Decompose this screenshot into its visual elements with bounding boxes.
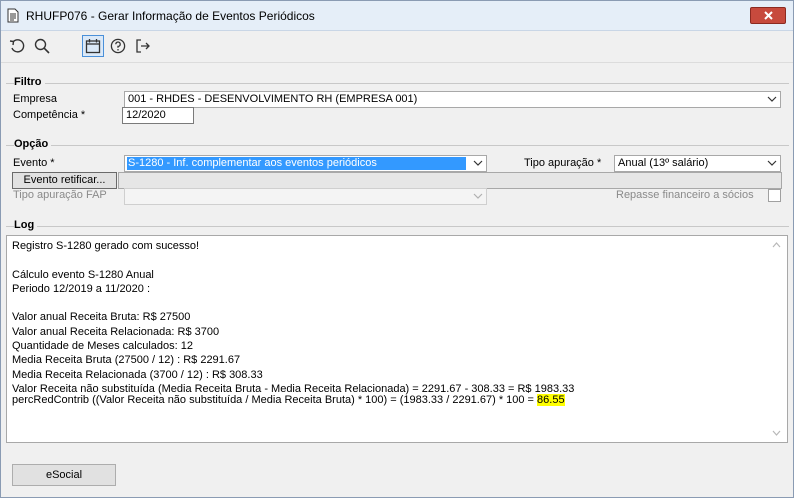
tipo-apuracao-select[interactable]: Anual (13º salário): [614, 155, 781, 172]
document-icon: [7, 8, 19, 23]
app-window: RHUFP076 - Gerar Informação de Eventos P…: [0, 0, 794, 498]
tipo-apuracao-fap-label: Tipo apuração FAP: [13, 189, 107, 201]
repasse-checkbox[interactable]: [768, 189, 781, 202]
log-line: Quantidade de Meses calculados: 12: [12, 340, 194, 353]
help-button[interactable]: [107, 35, 129, 57]
chevron-down-icon: [767, 96, 777, 102]
evento-retificar-field: [118, 172, 782, 189]
search-icon: [34, 38, 50, 54]
scroll-down-icon[interactable]: [772, 430, 781, 436]
repasse-label: Repasse financeiro a sócios: [616, 189, 754, 201]
empresa-label: Empresa: [13, 93, 58, 105]
competencia-label: Competência *: [13, 109, 86, 121]
log-line: Periodo 12/2019 a 11/2020 :: [12, 282, 151, 295]
log-result-prefix: percRedContrib ((Valor Receita não subst…: [12, 394, 538, 406]
evento-retificar-button[interactable]: Evento retificar...: [12, 172, 117, 189]
log-result-line: percRedContrib ((Valor Receita não subst…: [7, 393, 565, 407]
close-button[interactable]: [750, 7, 786, 24]
calendar-icon: [85, 39, 101, 54]
window-title: RHUFP076 - Gerar Informação de Eventos P…: [26, 9, 315, 23]
evento-select[interactable]: S-1280 - Inf. complementar aos eventos p…: [124, 155, 487, 172]
tipo-apuracao-value: Anual (13º salário): [618, 157, 709, 169]
evento-value: S-1280 - Inf. complementar aos eventos p…: [127, 157, 466, 170]
exit-icon: [136, 39, 150, 53]
tipo-apuracao-label: Tipo apuração *: [524, 157, 602, 169]
close-icon: [764, 11, 773, 20]
esocial-label: eSocial: [45, 469, 83, 481]
search-button[interactable]: [31, 35, 53, 57]
chevron-down-icon: [473, 160, 483, 166]
calendar-button[interactable]: [82, 35, 104, 57]
log-content: Registro S-1280 gerado com sucesso! Cálcu…: [12, 239, 762, 396]
log-title: Log: [14, 219, 38, 231]
filtro-title: Filtro: [14, 76, 45, 88]
toolbar: [1, 31, 793, 63]
undo-button[interactable]: [6, 35, 28, 57]
log-line: Valor anual Receita Relacionada: R$ 3700: [12, 325, 220, 338]
chevron-down-icon: [473, 193, 483, 199]
log-line: Valor anual Receita Bruta: R$ 27500: [12, 311, 191, 324]
title-bar: RHUFP076 - Gerar Informação de Eventos P…: [1, 1, 793, 31]
log-line: Media Receita Relacionada (3700 / 12) : …: [12, 368, 263, 381]
help-icon: [110, 38, 126, 54]
log-textarea[interactable]: Registro S-1280 gerado com sucesso! Cálcu…: [6, 235, 788, 443]
opcao-title: Opção: [14, 138, 52, 150]
undo-icon: [9, 39, 25, 53]
exit-button[interactable]: [132, 35, 154, 57]
log-line: Registro S-1280 gerado com sucesso!: [12, 240, 200, 252]
log-line: Media Receita Bruta (27500 / 12) : R$ 22…: [12, 354, 241, 367]
log-line: Cálculo evento S-1280 Anual: [12, 268, 154, 281]
evento-label: Evento *: [13, 157, 55, 169]
competencia-value: 12/2020: [126, 109, 166, 121]
empresa-select[interactable]: 001 - RHDES - DESENVOLVIMENTO RH (EMPRES…: [124, 91, 781, 108]
scroll-up-icon[interactable]: [772, 242, 781, 248]
chevron-down-icon: [767, 160, 777, 166]
log-result-value: 86.55: [537, 394, 565, 406]
esocial-button[interactable]: eSocial: [12, 464, 116, 486]
empresa-value: 001 - RHDES - DESENVOLVIMENTO RH (EMPRES…: [128, 93, 418, 105]
tipo-apuracao-fap-select[interactable]: [124, 188, 487, 205]
competencia-field[interactable]: 12/2020: [122, 107, 194, 124]
